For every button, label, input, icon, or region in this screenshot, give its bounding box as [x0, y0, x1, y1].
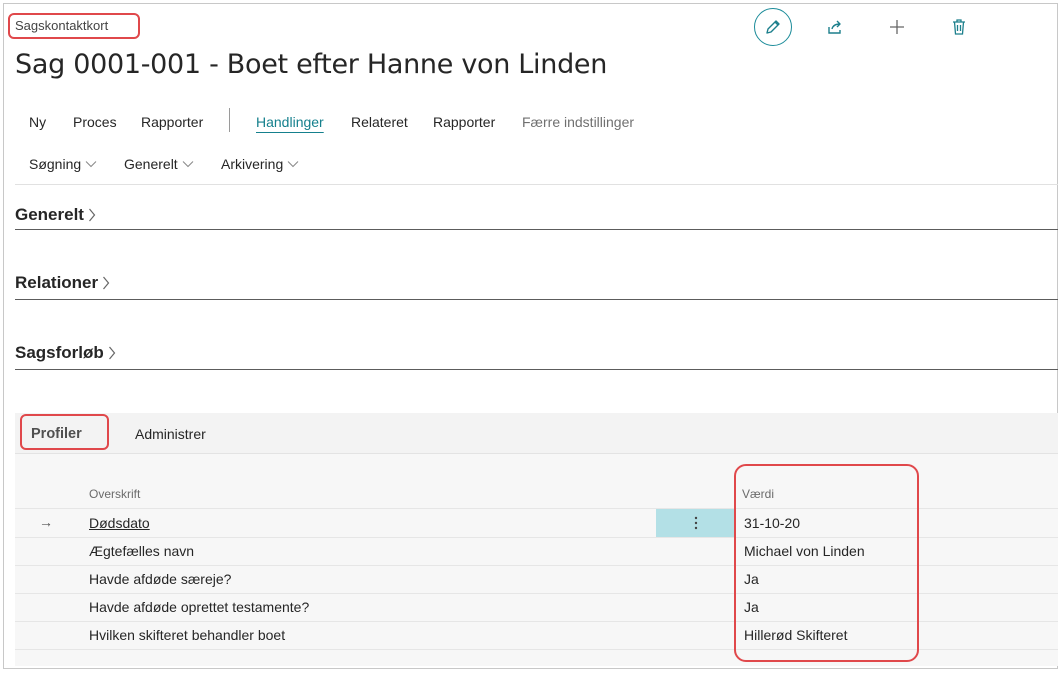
part-header: Profiler Administrer	[15, 413, 1058, 454]
trash-icon	[953, 19, 965, 35]
chevron-right-icon	[89, 208, 96, 222]
plus-icon	[890, 20, 904, 34]
fasttab-generelt-label: Generelt	[15, 205, 84, 224]
row-heading[interactable]: Hvilken skifteret behandler boet	[89, 627, 285, 643]
share-button[interactable]	[816, 8, 854, 46]
delete-button[interactable]	[940, 8, 978, 46]
header-divider	[15, 184, 1058, 185]
menu-rapporter-2[interactable]: Rapporter	[433, 114, 495, 130]
submenu-arkivering-label: Arkivering	[221, 156, 284, 172]
chevron-down-icon	[287, 161, 299, 168]
pencil-icon	[766, 20, 780, 34]
row-heading[interactable]: Dødsdato	[89, 515, 150, 531]
current-row-arrow-icon: →	[39, 514, 53, 530]
fasttab-relationer-rule	[15, 299, 1058, 300]
row-actions-button[interactable]	[656, 509, 736, 537]
fasttab-sagsforloeb[interactable]: Sagsforløb	[15, 343, 116, 363]
callout-page-type	[8, 13, 140, 39]
callout-value-column	[734, 464, 919, 662]
chevron-right-icon	[103, 276, 110, 290]
callout-profiler-tab	[20, 414, 109, 450]
page-title: Sag 0001-001 - Boet efter Hanne von Lind…	[15, 49, 608, 80]
top-actions	[754, 8, 984, 46]
submenu-soegning-label: Søgning	[29, 156, 82, 172]
row-heading[interactable]: Ægtefælles navn	[89, 543, 194, 559]
menu-relateret[interactable]: Relateret	[351, 114, 408, 130]
menu-separator	[229, 108, 230, 132]
chevron-down-icon	[182, 161, 194, 168]
share-icon	[828, 20, 841, 34]
fasttab-generelt[interactable]: Generelt	[15, 205, 96, 225]
column-header-heading[interactable]: Overskrift	[89, 487, 140, 501]
row-heading[interactable]: Havde afdøde oprettet testamente?	[89, 599, 309, 615]
menu-ny[interactable]: Ny	[29, 114, 46, 130]
new-button[interactable]	[878, 8, 916, 46]
submenu-generelt-label: Generelt	[124, 156, 178, 172]
fewer-options-button[interactable]: Færre indstillinger	[522, 114, 634, 130]
fasttab-generelt-rule	[15, 229, 1058, 230]
chevron-down-icon	[85, 161, 97, 168]
vertical-ellipsis-icon	[694, 516, 698, 530]
row-heading[interactable]: Havde afdøde særeje?	[89, 571, 231, 587]
submenu-soegning[interactable]: Søgning	[29, 156, 97, 172]
menu-rapporter[interactable]: Rapporter	[141, 114, 203, 130]
tab-administrer[interactable]: Administrer	[135, 426, 206, 442]
chevron-right-icon	[108, 346, 116, 360]
menu-proces[interactable]: Proces	[73, 114, 117, 130]
fasttab-sagsforloeb-label: Sagsforløb	[15, 343, 104, 362]
fasttab-relationer-label: Relationer	[15, 273, 99, 292]
fasttab-sagsforloeb-rule	[15, 369, 1058, 370]
edit-button[interactable]	[754, 8, 792, 46]
submenu-generelt[interactable]: Generelt	[124, 156, 194, 172]
fasttab-relationer[interactable]: Relationer	[15, 273, 110, 293]
submenu-arkivering[interactable]: Arkivering	[221, 156, 299, 172]
menu-handlinger[interactable]: Handlinger	[256, 114, 324, 130]
